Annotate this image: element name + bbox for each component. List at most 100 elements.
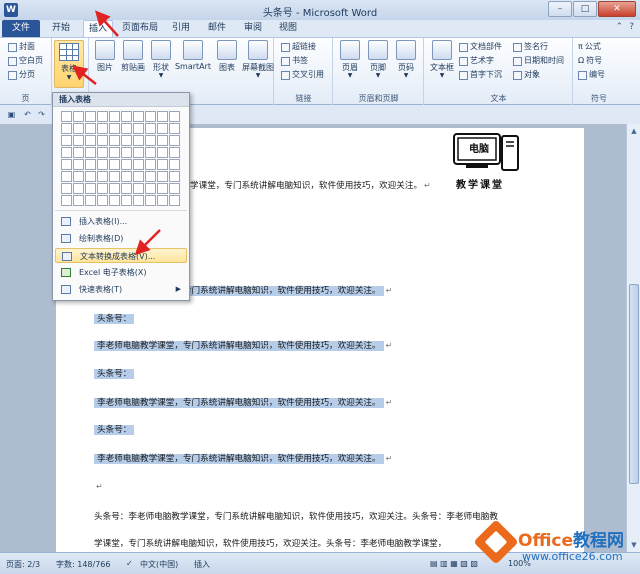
table-grid-cell[interactable] [97, 135, 108, 146]
view-buttons[interactable]: ▤ ▥ ▦ ▧ ▨ [430, 559, 478, 568]
table-grid-cell[interactable] [157, 111, 168, 122]
cross-reference-button[interactable]: 交叉引用 [281, 69, 324, 81]
table-grid-cell[interactable] [145, 111, 156, 122]
table-grid-cell[interactable] [61, 159, 72, 170]
minimize-ribbon-icon[interactable]: ⌃ [616, 22, 624, 32]
numbering-button[interactable]: 编号 [578, 69, 605, 81]
table-grid-cell[interactable] [61, 147, 72, 158]
menu-item-quick-tables[interactable]: 快速表格(T) ▶ [55, 282, 187, 297]
table-grid-cell[interactable] [85, 135, 96, 146]
table-grid-cell[interactable] [169, 111, 180, 122]
table-grid-cell[interactable] [133, 183, 144, 194]
doc-line[interactable]: 头条号： [94, 363, 135, 385]
menu-item-draw-table[interactable]: 绘制表格(D) [55, 231, 187, 246]
table-grid-cell[interactable] [109, 147, 120, 158]
chart-button[interactable]: 图表 [213, 40, 241, 73]
table-grid-cell[interactable] [97, 123, 108, 134]
table-grid-cell[interactable] [133, 111, 144, 122]
table-grid-cell[interactable] [73, 195, 84, 206]
tab-file[interactable]: 文件 [2, 20, 40, 37]
doc-line[interactable]: 头条号： [94, 419, 135, 441]
text-box-button[interactable]: 文本框 ▼ [427, 40, 457, 79]
table-grid-cell[interactable] [133, 123, 144, 134]
cover-page-button[interactable]: 封面 [8, 41, 35, 53]
table-grid-cell[interactable] [109, 135, 120, 146]
table-grid-cell[interactable] [61, 135, 72, 146]
smartart-button[interactable]: SmartArt [175, 40, 211, 71]
hyperlink-button[interactable]: 超链接 [281, 41, 316, 53]
doc-line[interactable]: 李老师电脑教学课堂，专门系统讲解电脑知识，软件使用技巧，欢迎关注。 ↵ [94, 335, 392, 357]
table-grid-cell[interactable] [121, 171, 132, 182]
table-grid-cell[interactable] [97, 111, 108, 122]
table-grid-cell[interactable] [61, 183, 72, 194]
table-grid-cell[interactable] [61, 123, 72, 134]
table-grid-cell[interactable] [97, 195, 108, 206]
scroll-up-icon[interactable]: ▲ [628, 125, 640, 137]
maximize-button[interactable]: □ [573, 1, 597, 17]
table-grid-cell[interactable] [157, 135, 168, 146]
table-grid-cell[interactable] [121, 159, 132, 170]
table-grid-cell[interactable] [157, 171, 168, 182]
tab-page-layout[interactable]: 页面布局 [118, 20, 162, 37]
status-insert-mode[interactable]: 插入 [194, 559, 210, 570]
proofing-icon[interactable]: ✓ [126, 559, 133, 568]
table-grid-cell[interactable] [109, 111, 120, 122]
bookmark-button[interactable]: 书签 [281, 55, 308, 67]
doc-line[interactable]: 李老师电脑教学课堂，专门系统讲解电脑知识，软件使用技巧，欢迎关注。 ↵ [94, 448, 392, 470]
table-grid-cell[interactable] [169, 159, 180, 170]
table-grid-cell[interactable] [133, 159, 144, 170]
wordart-button[interactable]: 艺术字 [459, 55, 494, 67]
save-icon[interactable]: ▣ [6, 109, 17, 120]
table-grid-cell[interactable] [169, 147, 180, 158]
picture-button[interactable]: 图片 [91, 40, 119, 73]
table-grid-cell[interactable] [85, 123, 96, 134]
table-grid-cell[interactable] [121, 111, 132, 122]
menu-item-convert-text-to-table[interactable]: 文本转换成表格(V)... [55, 248, 187, 263]
screenshot-button[interactable]: 屏幕截图 ▼ [241, 40, 275, 79]
table-grid-cell[interactable] [73, 159, 84, 170]
drop-cap-button[interactable]: 首字下沉 [459, 69, 502, 81]
status-word-count[interactable]: 字数: 148/766 [56, 559, 110, 570]
table-grid-cell[interactable] [97, 183, 108, 194]
tab-review[interactable]: 审阅 [238, 20, 268, 37]
table-grid-cell[interactable] [85, 159, 96, 170]
table-grid-cell[interactable] [169, 135, 180, 146]
shapes-button[interactable]: 形状 ▼ [147, 40, 175, 79]
close-button[interactable]: ✕ [598, 1, 636, 17]
doc-line-bottom-1[interactable]: 头条号：李老师电脑教学课堂，专门系统讲解电脑知识，软件使用技巧，欢迎关注。头条号… [94, 506, 498, 528]
date-time-button[interactable]: 日期和时间 [513, 55, 564, 67]
minimize-button[interactable]: – [548, 1, 572, 17]
table-grid-cell[interactable] [157, 147, 168, 158]
quick-parts-button[interactable]: 文档部件 [459, 41, 502, 53]
header-button[interactable]: 页眉 ▼ [336, 40, 364, 79]
signature-line-button[interactable]: 签名行 [513, 41, 548, 53]
table-grid-cell[interactable] [73, 123, 84, 134]
menu-item-insert-table[interactable]: 插入表格(I)... [55, 214, 187, 229]
table-grid-cell[interactable] [109, 183, 120, 194]
menu-item-excel-spreadsheet[interactable]: Excel 电子表格(X) [55, 265, 187, 280]
table-grid-cell[interactable] [169, 195, 180, 206]
equation-button[interactable]: π 公式 [578, 41, 601, 53]
table-grid-cell[interactable] [61, 171, 72, 182]
table-grid-cell[interactable] [61, 111, 72, 122]
table-grid-cell[interactable] [121, 135, 132, 146]
footer-button[interactable]: 页脚 ▼ [364, 40, 392, 79]
redo-icon[interactable]: ↷ [36, 109, 47, 120]
table-grid-cell[interactable] [85, 195, 96, 206]
table-grid-cell[interactable] [169, 171, 180, 182]
table-grid-cell[interactable] [133, 171, 144, 182]
table-grid-cell[interactable] [121, 123, 132, 134]
table-size-grid[interactable] [61, 111, 180, 206]
tab-mailings[interactable]: 邮件 [202, 20, 232, 37]
doc-line[interactable]: 李老师电脑教学课堂，专门系统讲解电脑知识，软件使用技巧，欢迎关注。 ↵ [94, 392, 392, 414]
table-grid-cell[interactable] [133, 195, 144, 206]
vertical-scrollbar[interactable]: ▲ ▼ [626, 124, 640, 552]
tab-home[interactable]: 开始 [46, 20, 76, 37]
table-grid-cell[interactable] [133, 135, 144, 146]
doc-empty-line[interactable]: ↵ [94, 476, 103, 498]
tab-view[interactable]: 视图 [273, 20, 303, 37]
help-icon[interactable]: ? [629, 22, 634, 32]
table-grid-cell[interactable] [145, 195, 156, 206]
symbol-button[interactable]: Ω 符号 [578, 55, 602, 67]
table-grid-cell[interactable] [157, 159, 168, 170]
